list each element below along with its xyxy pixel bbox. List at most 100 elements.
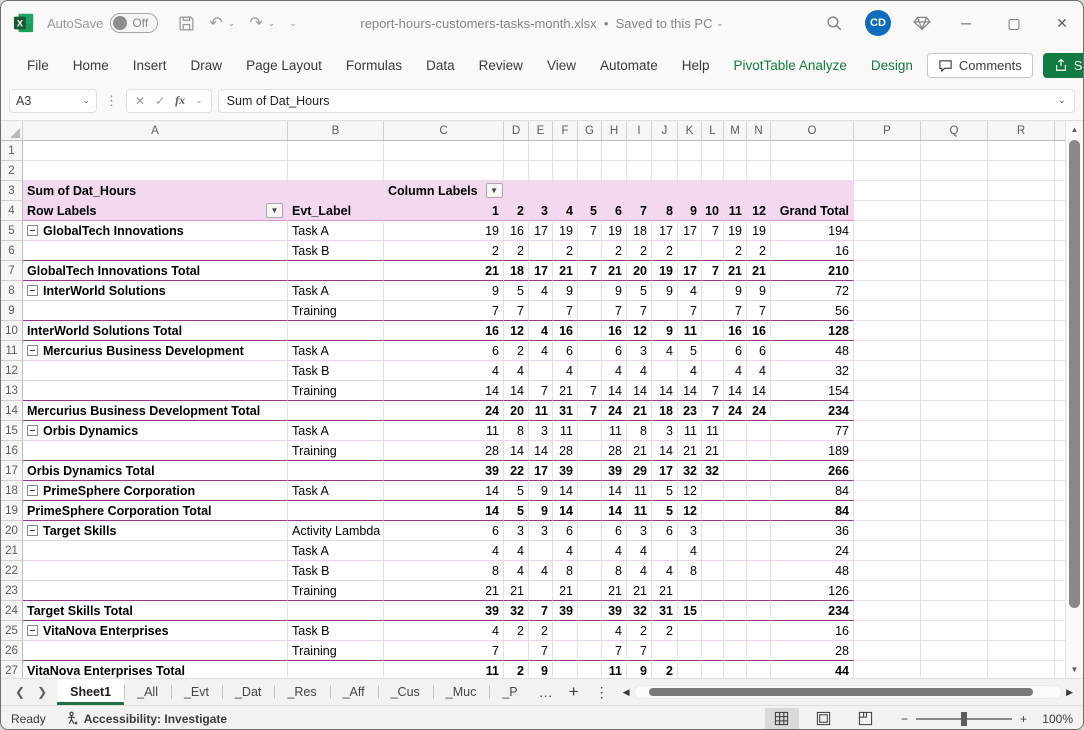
cell-N23[interactable] — [747, 581, 771, 601]
cell-L19[interactable] — [702, 501, 724, 521]
cell-L18[interactable] — [702, 481, 724, 501]
cell-J24[interactable]: 31 — [652, 601, 678, 621]
cell-N2[interactable] — [747, 161, 771, 181]
cell-M19[interactable] — [724, 501, 747, 521]
row-header-4[interactable]: 4 — [1, 201, 23, 221]
cell-B3[interactable] — [288, 181, 384, 201]
cell-D3[interactable] — [504, 181, 529, 201]
cell-E2[interactable] — [529, 161, 553, 181]
cell-M5[interactable]: 19 — [724, 221, 747, 241]
cell-B20[interactable]: Activity Lambda — [288, 521, 384, 541]
cell-R1[interactable] — [988, 141, 1055, 161]
cell-G8[interactable] — [578, 281, 602, 301]
cell-A21[interactable] — [23, 541, 288, 561]
cell-F2[interactable] — [553, 161, 578, 181]
sheet-tab-_dat[interactable]: _Dat — [222, 679, 274, 705]
cell-B13[interactable]: Training — [288, 381, 384, 401]
cell-B14[interactable] — [288, 401, 384, 421]
accessibility-status[interactable]: Accessibility: Investigate — [64, 711, 227, 726]
cell-Q19[interactable] — [921, 501, 988, 521]
cell-O19[interactable]: 84 — [771, 501, 854, 521]
new-sheet-button[interactable]: + — [561, 679, 587, 705]
cell-G16[interactable] — [578, 441, 602, 461]
cell-Q12[interactable] — [921, 361, 988, 381]
cell-K2[interactable] — [678, 161, 702, 181]
cell-R6[interactable] — [988, 241, 1055, 261]
cell-G15[interactable] — [578, 421, 602, 441]
cell-B17[interactable] — [288, 461, 384, 481]
ribbon-tab-pivottable-analyze[interactable]: PivotTable Analyze — [722, 52, 859, 79]
cell-N11[interactable]: 6 — [747, 341, 771, 361]
cell-N4[interactable]: 12 — [747, 201, 771, 221]
row-header-7[interactable]: 7 — [1, 261, 23, 281]
column-header-L[interactable]: L — [702, 121, 724, 141]
cell-I5[interactable]: 18 — [627, 221, 652, 241]
cell-Q23[interactable] — [921, 581, 988, 601]
collapse-icon[interactable] — [27, 225, 38, 236]
cell-F19[interactable]: 14 — [553, 501, 578, 521]
column-header-E[interactable]: E — [529, 121, 553, 141]
cell-F15[interactable]: 11 — [553, 421, 578, 441]
row-header-12[interactable]: 12 — [1, 361, 23, 381]
cell-F6[interactable]: 2 — [553, 241, 578, 261]
cell-B11[interactable]: Task A — [288, 341, 384, 361]
cell-A5[interactable]: GlobalTech Innovations — [23, 221, 288, 241]
cell-C20[interactable]: 6 — [384, 521, 504, 541]
cell-B15[interactable]: Task A — [288, 421, 384, 441]
cell-B16[interactable]: Training — [288, 441, 384, 461]
cell-R12[interactable] — [988, 361, 1055, 381]
page-break-view-button[interactable] — [849, 708, 883, 730]
cell-Q6[interactable] — [921, 241, 988, 261]
cell-M7[interactable]: 21 — [724, 261, 747, 281]
cell-J7[interactable]: 19 — [652, 261, 678, 281]
cell-F22[interactable]: 8 — [553, 561, 578, 581]
cell-G18[interactable] — [578, 481, 602, 501]
row-header-25[interactable]: 25 — [1, 621, 23, 641]
cell-K5[interactable]: 17 — [678, 221, 702, 241]
cell-H24[interactable]: 39 — [602, 601, 627, 621]
cell-B25[interactable]: Task B — [288, 621, 384, 641]
zoom-level[interactable]: 100% — [1035, 712, 1073, 726]
cell-K3[interactable] — [678, 181, 702, 201]
cell-C2[interactable] — [384, 161, 504, 181]
cell-O24[interactable]: 234 — [771, 601, 854, 621]
cell-C16[interactable]: 28 — [384, 441, 504, 461]
cell-D19[interactable]: 5 — [504, 501, 529, 521]
cell-G11[interactable] — [578, 341, 602, 361]
cell-M12[interactable]: 4 — [724, 361, 747, 381]
redo-caret-icon[interactable]: ⌄ — [268, 18, 276, 29]
column-header-F[interactable]: F — [553, 121, 578, 141]
ribbon-tab-view[interactable]: View — [535, 52, 588, 79]
cell-G9[interactable] — [578, 301, 602, 321]
cell-M15[interactable] — [724, 421, 747, 441]
cell-L12[interactable] — [702, 361, 724, 381]
row-header-19[interactable]: 19 — [1, 501, 23, 521]
cell-M17[interactable] — [724, 461, 747, 481]
cell-H9[interactable]: 7 — [602, 301, 627, 321]
cell-Q1[interactable] — [921, 141, 988, 161]
cell-N21[interactable] — [747, 541, 771, 561]
cell-O11[interactable]: 48 — [771, 341, 854, 361]
cell-P14[interactable] — [854, 401, 921, 421]
cell-L7[interactable]: 7 — [702, 261, 724, 281]
hscroll-right-icon[interactable]: ▶ — [1066, 687, 1073, 698]
cell-P1[interactable] — [854, 141, 921, 161]
row-header-9[interactable]: 9 — [1, 301, 23, 321]
cell-K20[interactable]: 3 — [678, 521, 702, 541]
cell-J25[interactable]: 2 — [652, 621, 678, 641]
row-header-21[interactable]: 21 — [1, 541, 23, 561]
cell-C12[interactable]: 4 — [384, 361, 504, 381]
cell-P26[interactable] — [854, 641, 921, 661]
cell-R4[interactable] — [988, 201, 1055, 221]
cell-Q18[interactable] — [921, 481, 988, 501]
hscroll-left-icon[interactable]: ◀ — [623, 687, 630, 698]
cell-D23[interactable]: 21 — [504, 581, 529, 601]
cell-N12[interactable]: 4 — [747, 361, 771, 381]
cell-O25[interactable]: 16 — [771, 621, 854, 641]
zoom-out-button[interactable]: − — [901, 712, 908, 726]
cell-E6[interactable] — [529, 241, 553, 261]
cell-O3[interactable] — [771, 181, 854, 201]
cell-A19[interactable]: PrimeSphere Corporation Total — [23, 501, 288, 521]
cell-L11[interactable] — [702, 341, 724, 361]
cell-P9[interactable] — [854, 301, 921, 321]
